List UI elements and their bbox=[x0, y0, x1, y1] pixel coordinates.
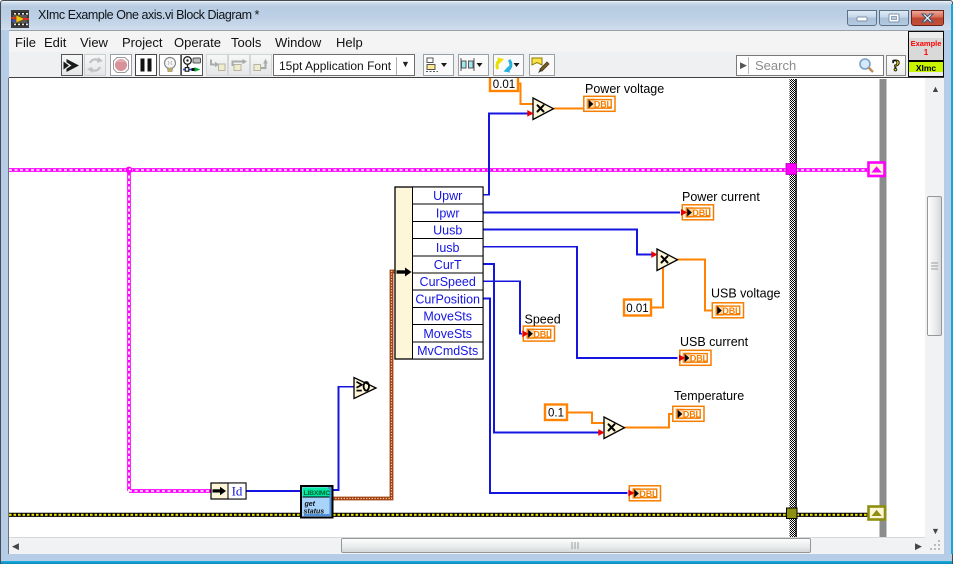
svg-text:0.1: 0.1 bbox=[548, 408, 564, 420]
svg-text:CurT: CurT bbox=[434, 258, 462, 272]
svg-text:Power voltage: Power voltage bbox=[585, 82, 664, 96]
svg-text:Ipwr: Ipwr bbox=[436, 206, 460, 220]
svg-text:?: ? bbox=[892, 56, 901, 75]
svg-text:Speed: Speed bbox=[525, 313, 561, 327]
svg-text:Temperature: Temperature bbox=[674, 389, 744, 403]
svg-text:MoveSts: MoveSts bbox=[423, 327, 472, 341]
svg-text:CurSpeed: CurSpeed bbox=[420, 275, 476, 289]
svg-text:LIBXIMC: LIBXIMC bbox=[304, 490, 331, 497]
svg-text:Id: Id bbox=[232, 484, 243, 499]
svg-text:USB voltage: USB voltage bbox=[711, 287, 781, 301]
svg-text:USB current: USB current bbox=[680, 335, 749, 349]
svg-text:Uusb: Uusb bbox=[433, 224, 462, 238]
svg-text:0.01: 0.01 bbox=[626, 303, 648, 315]
svg-text:Power current: Power current bbox=[682, 190, 760, 204]
svg-text:MvCmdSts: MvCmdSts bbox=[417, 344, 478, 358]
svg-text:status: status bbox=[304, 509, 325, 516]
svg-text:Iusb: Iusb bbox=[436, 241, 460, 255]
svg-text:MoveSts: MoveSts bbox=[423, 310, 472, 324]
svg-text:0.01: 0.01 bbox=[493, 79, 515, 91]
svg-text:Upwr: Upwr bbox=[433, 189, 462, 203]
svg-text:CurPosition: CurPosition bbox=[415, 292, 480, 306]
svg-text:get: get bbox=[304, 501, 316, 508]
